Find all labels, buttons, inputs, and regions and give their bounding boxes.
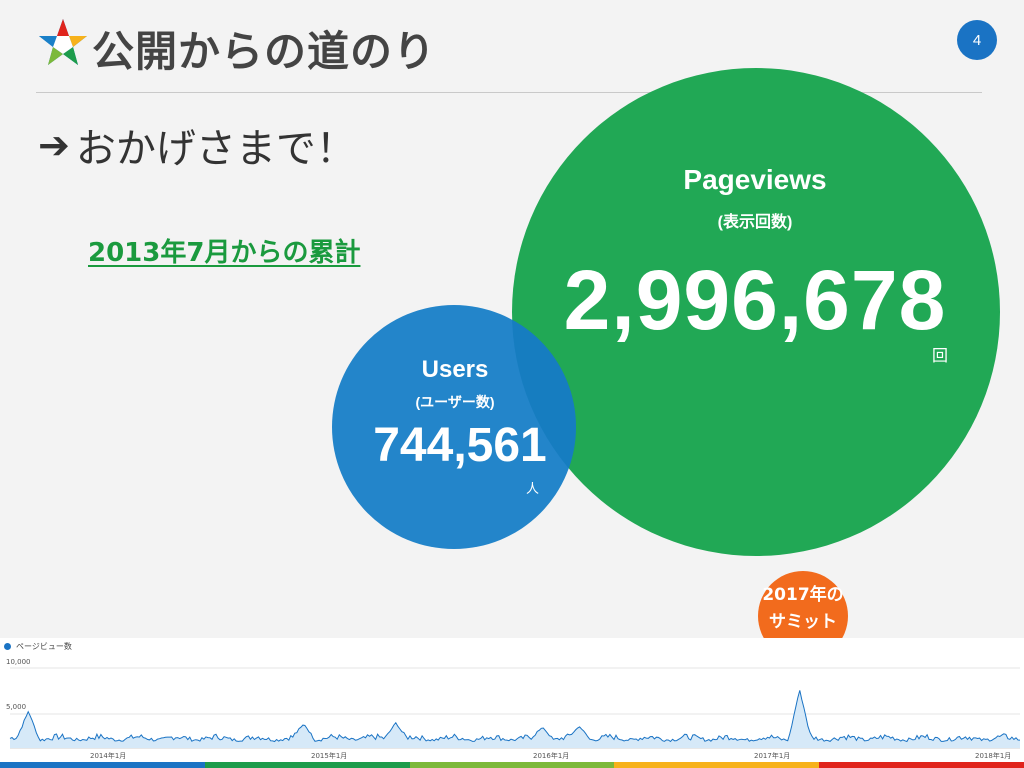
footer-segment [819,762,1024,768]
users-label: Users [421,356,489,383]
x-tick-2015: 2015年1月 [311,752,348,760]
users-sublabel: (ユーザー数) [415,394,495,410]
users-value: 744,561 [373,419,547,472]
pageviews-line-chart [9,667,1021,749]
x-tick-2018: 2018年1月 [975,752,1012,760]
pageviews-sublabel: (表示回数) [717,214,793,231]
footer-segment [614,762,820,768]
footer-segment [0,762,205,768]
pageviews-unit: 回 [932,346,949,365]
users-unit: 人 [526,482,540,497]
pageviews-label: Pageviews [683,164,827,195]
callout-line-1: 2017年の [762,585,844,605]
pageviews-series-line [9,690,1021,743]
footer-segment [204,762,410,768]
pageviews-area [10,690,1020,748]
callout-line-2: サミット [769,612,837,632]
x-tick-2016: 2016年1月 [533,752,570,760]
footer-segment [409,762,615,768]
x-tick-2017: 2017年1月 [754,752,791,760]
footer-color-bar [0,762,1024,768]
pageviews-value: 2,996,678 [563,253,947,347]
x-tick-2014: 2014年1月 [90,752,127,760]
summit-callout-text: 2017年の サミット [753,582,853,636]
